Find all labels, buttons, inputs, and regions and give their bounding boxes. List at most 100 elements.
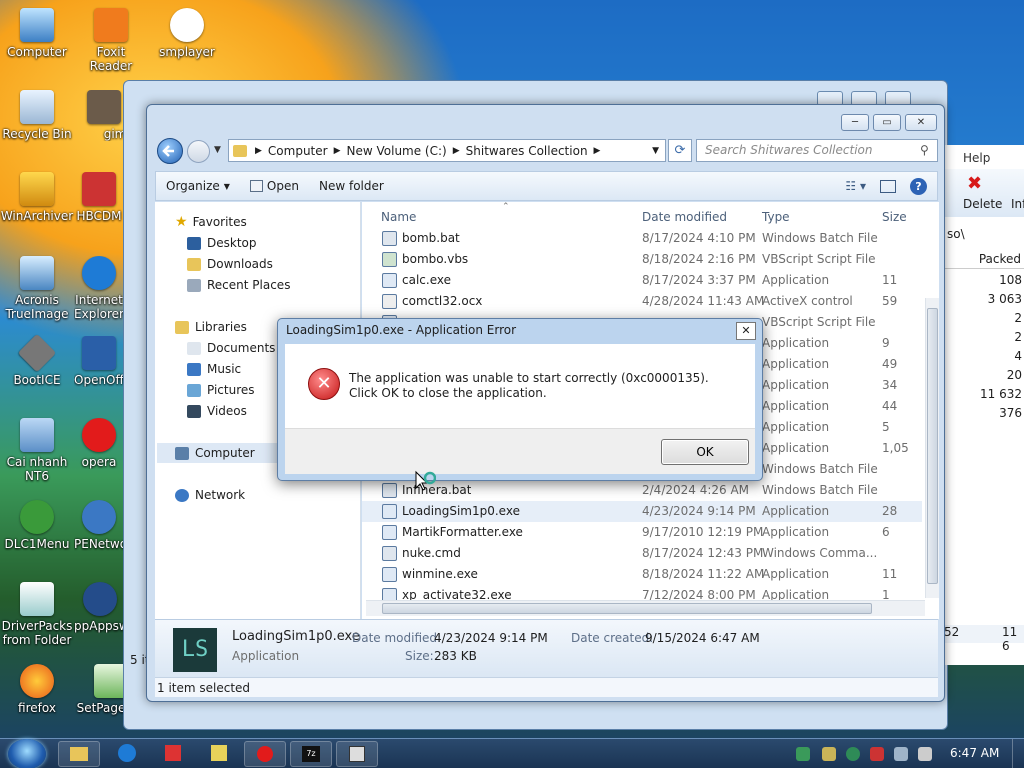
menu-help[interactable]: Help: [963, 151, 990, 165]
breadcrumb-computer[interactable]: Computer: [268, 144, 328, 158]
delete-button[interactable]: Delete: [963, 197, 1002, 211]
recent-places-icon: [187, 278, 201, 292]
tray-tool-icon[interactable]: [870, 747, 884, 761]
dialog-close-button[interactable]: ✕: [736, 322, 756, 340]
show-desktop-button[interactable]: [1012, 739, 1024, 768]
desktop-icon-ie[interactable]: Internet Explorer: [74, 256, 124, 321]
help-icon[interactable]: ?: [910, 177, 927, 195]
taskbar-ie[interactable]: [106, 741, 148, 767]
nav-downloads[interactable]: Downloads: [187, 254, 273, 274]
column-header-type[interactable]: Type: [762, 207, 790, 227]
tray-display-icon[interactable]: [894, 747, 908, 761]
maximize-button[interactable]: ▭: [873, 114, 901, 131]
desktop-icon-opera[interactable]: opera: [74, 418, 124, 469]
info-button[interactable]: Inf: [1011, 197, 1024, 211]
column-header-date[interactable]: Date modified: [642, 207, 727, 227]
firefox-icon: [20, 664, 54, 698]
desktop-icon-foxit[interactable]: Foxit Reader: [74, 8, 148, 73]
column-header-name[interactable]: Name: [381, 207, 416, 227]
nav-libraries[interactable]: Libraries: [175, 317, 247, 337]
taskbar-app-2[interactable]: [152, 741, 194, 767]
address-dropdown-icon[interactable]: ▼: [652, 146, 659, 156]
arrow-left-icon: [162, 145, 174, 157]
new-folder-button[interactable]: New folder: [309, 179, 394, 193]
file-type: Application: [762, 504, 830, 518]
desktop-icon-bootice[interactable]: BootICE: [0, 333, 74, 387]
organize-button[interactable]: Organize ▼: [156, 179, 240, 193]
error-dialog[interactable]: LoadingSim1p0.exe - Application Error ✕ …: [277, 318, 763, 481]
desktop-icon-ppappsw[interactable]: ppAppsw: [74, 582, 126, 633]
taskbar-opera[interactable]: [244, 741, 286, 767]
nav-videos[interactable]: Videos: [187, 401, 247, 421]
desktop-icon-recycle-bin[interactable]: Recycle Bin: [0, 90, 74, 141]
tray-app-icon[interactable]: [822, 747, 836, 761]
taskbar-explorer[interactable]: [58, 741, 100, 767]
forward-button[interactable]: [187, 140, 210, 163]
file-size: 44: [882, 399, 898, 413]
packed-column-header[interactable]: Packed: [945, 249, 1024, 269]
tray-media-icon[interactable]: [846, 747, 860, 761]
tray-volume-muted-icon[interactable]: [918, 747, 932, 761]
address-bar[interactable]: ▶ Computer ▶ New Volume (C:) ▶ Shitwares…: [228, 139, 666, 162]
vertical-scrollbar[interactable]: [925, 298, 939, 598]
column-header-size[interactable]: Size: [882, 207, 907, 227]
breadcrumb-folder[interactable]: Shitwares Collection: [466, 144, 588, 158]
breadcrumb-volume[interactable]: New Volume (C:): [347, 144, 447, 158]
clock[interactable]: 6:47 AM: [950, 746, 999, 760]
back-button[interactable]: [157, 138, 183, 164]
horizontal-scrollbar[interactable]: [366, 600, 925, 616]
nav-network[interactable]: Network: [175, 485, 245, 505]
preview-pane-icon[interactable]: [880, 179, 896, 193]
nav-computer[interactable]: Computer: [157, 443, 277, 463]
nav-music[interactable]: Music: [187, 359, 241, 379]
taskbar-error-app[interactable]: [336, 741, 378, 767]
desktop-icon-penetwork[interactable]: PENetwork: [74, 500, 124, 551]
desktop-icon-acronis[interactable]: Acronis TrueImage: [0, 256, 74, 321]
recycle-bin-icon: [20, 90, 54, 124]
table-row[interactable]: bomb.bat 8/17/2024 4:10 PM Windows Batch F…: [362, 228, 922, 249]
nav-desktop[interactable]: Desktop: [187, 233, 257, 253]
file-type: Windows Batch File: [762, 462, 878, 476]
nav-pictures[interactable]: Pictures: [187, 380, 255, 400]
desktop-icon-smplayer[interactable]: smplayer: [150, 8, 224, 59]
desktop-icon-openoffice[interactable]: OpenOffice: [74, 336, 124, 387]
file-size: 28: [882, 504, 898, 518]
table-row[interactable]: Infinera.bat 2/4/2024 4:26 AM Windows Batc…: [362, 480, 922, 501]
search-input[interactable]: Search Shitwares Collection: [696, 139, 938, 162]
taskbar-7zip[interactable]: 7z: [290, 741, 332, 767]
vertical-scroll-thumb[interactable]: [927, 308, 938, 584]
table-row[interactable]: LoadingSim1p0.exe 4/23/2024 9:14 PM Applic…: [362, 501, 922, 522]
breadcrumb-chevron-icon: ▶: [255, 145, 262, 156]
desktop-icon-firefox[interactable]: firefox: [0, 664, 74, 715]
table-row[interactable]: MartikFormatter.exe 9/17/2010 12:19 PM App…: [362, 522, 922, 543]
table-row[interactable]: winmine.exe 8/18/2024 11:22 AM Application…: [362, 564, 922, 585]
view-options-icon[interactable]: ☷ ▾: [845, 179, 866, 193]
close-button[interactable]: ✕: [905, 114, 937, 131]
desktop-icon-driverpacks[interactable]: DriverPacks from Folder: [0, 582, 74, 647]
details-pane: LS LoadingSim1p0.exe Application Date mo…: [155, 619, 938, 677]
table-row[interactable]: nuke.cmd 8/17/2024 12:43 PM Windows Comma.…: [362, 543, 922, 564]
ok-button[interactable]: OK: [661, 439, 749, 465]
desktop-icon-cai-nhanh[interactable]: Cai nhanh NT6: [0, 418, 74, 483]
file-type: Application: [762, 378, 830, 392]
nav-documents[interactable]: Documents: [187, 338, 275, 358]
table-row[interactable]: calc.exe 8/17/2024 3:37 PM Application 11: [362, 270, 922, 291]
nav-recent-places[interactable]: Recent Places: [187, 275, 290, 295]
desktop-icon-winarchiver[interactable]: WinArchiver: [0, 172, 74, 223]
start-button[interactable]: [8, 739, 46, 768]
table-row[interactable]: comctl32.ocx 4/28/2024 11:43 AM ActiveX co…: [362, 291, 922, 312]
file-name: Infinera.bat: [402, 483, 472, 497]
tray-network-icon[interactable]: [796, 747, 810, 761]
desktop-icon-hbcd[interactable]: HBCDM: [74, 172, 124, 223]
refresh-button[interactable]: ⟳: [668, 139, 692, 162]
recent-pages-dropdown[interactable]: ▼: [214, 145, 221, 155]
table-row[interactable]: bombo.vbs 8/18/2024 2:16 PM VBScript Scrip…: [362, 249, 922, 270]
desktop-icon-dlc1menu[interactable]: DLC1Menu: [0, 500, 74, 551]
nav-favorites[interactable]: ★ Favorites: [175, 212, 247, 232]
desktop-icon-computer[interactable]: Computer: [0, 8, 74, 59]
file-name: bomb.bat: [402, 231, 460, 245]
open-button[interactable]: Open: [240, 179, 309, 193]
horizontal-scroll-thumb[interactable]: [382, 603, 872, 614]
taskbar-app-3[interactable]: [198, 741, 240, 767]
minimize-button[interactable]: ─: [841, 114, 869, 131]
